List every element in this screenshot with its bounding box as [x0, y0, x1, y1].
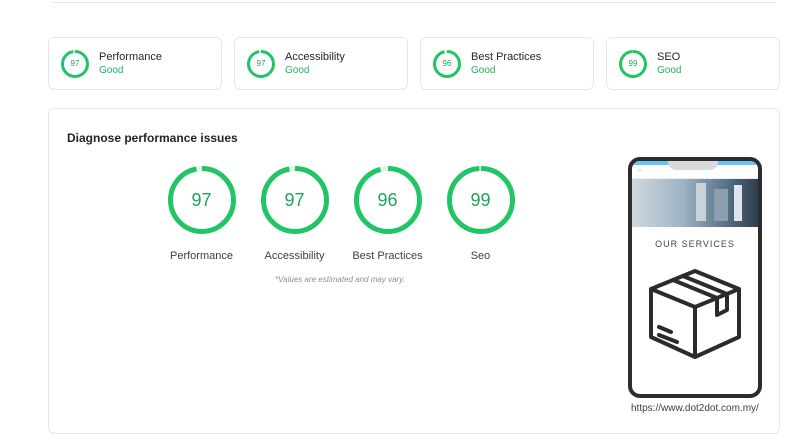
card-performance[interactable]: 97 Performance Good: [48, 37, 222, 90]
performance-gauge-ring: 97: [166, 164, 238, 236]
accessibility-gauge-ring: 97: [259, 164, 331, 236]
accessibility-score: 97: [284, 189, 305, 210]
performance-mini-gauge: 97: [60, 49, 90, 79]
preview-url[interactable]: https://www.dot2dot.com.my/: [631, 403, 759, 414]
best-practices-mini-gauge: 96: [432, 49, 462, 79]
performance-mini-score: 97: [70, 59, 80, 68]
card-seo[interactable]: 99 SEO Good: [606, 37, 780, 90]
performance-card-title: Performance: [99, 50, 162, 63]
best-practices-card-status: Good: [471, 64, 496, 76]
accessibility-mini-gauge: 97: [246, 49, 276, 79]
seo-mini-score: 99: [628, 59, 638, 68]
accessibility-card-status: Good: [285, 64, 310, 76]
performance-score: 97: [191, 189, 212, 210]
gauge-performance: 97 Performance: [155, 164, 248, 262]
phone-notch: [668, 161, 718, 170]
seo-label: Seo: [470, 250, 491, 262]
best-practices-label: Best Practices: [352, 250, 423, 262]
gauge-best-practices: 96 Best Practices: [341, 164, 434, 262]
best-practices-mini-score: 96: [442, 59, 452, 68]
performance-card-status: Good: [99, 64, 124, 76]
user-icon: ○: [638, 168, 642, 174]
estimate-disclaimer: *Values are estimated and may vary.: [275, 275, 405, 284]
best-practices-gauge-ring: 96: [352, 164, 424, 236]
seo-card-status: Good: [657, 64, 682, 76]
diagnose-panel: Diagnose performance issues 97 Performan…: [48, 108, 780, 434]
seo-score: 99: [470, 189, 491, 210]
top-divider: [52, 0, 776, 3]
panel-title: Diagnose performance issues: [67, 131, 238, 145]
seo-mini-gauge: 99: [618, 49, 648, 79]
gauge-accessibility: 97 Accessibility: [248, 164, 341, 262]
gauge-seo: 99 Seo: [434, 164, 527, 262]
accessibility-label: Accessibility: [264, 250, 325, 262]
preview-banner-image: [632, 179, 758, 227]
mobile-preview-screenshot: ○ OUR SERVICES: [628, 157, 762, 398]
score-summary-cards: 97 Performance Good 97 Accessibility Goo…: [48, 37, 780, 90]
score-gauges: 97 Performance 97 Accessibility 96 Best …: [155, 164, 527, 262]
accessibility-card-title: Accessibility: [285, 50, 345, 63]
best-practices-card-title: Best Practices: [471, 50, 542, 63]
package-box-icon: [649, 269, 741, 359]
best-practices-score: 96: [377, 189, 398, 210]
card-accessibility[interactable]: 97 Accessibility Good: [234, 37, 408, 90]
preview-services-heading: OUR SERVICES: [655, 239, 735, 249]
seo-card-title: SEO: [657, 50, 681, 63]
card-best-practices[interactable]: 96 Best Practices Good: [420, 37, 594, 90]
seo-gauge-ring: 99: [445, 164, 517, 236]
accessibility-mini-score: 97: [256, 59, 266, 68]
performance-label: Performance: [170, 250, 233, 262]
